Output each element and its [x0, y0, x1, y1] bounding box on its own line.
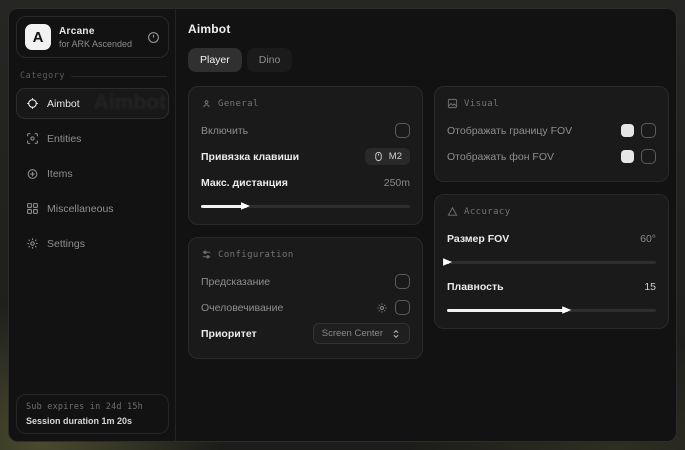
- image-icon: [447, 98, 458, 109]
- user-target-icon: [201, 98, 212, 109]
- card-title: Configuration: [218, 250, 294, 260]
- category-label: Category: [20, 71, 65, 81]
- sidebar-nav: Aimbot Aimbot Entities Items: [16, 88, 169, 259]
- priority-select[interactable]: Screen Center: [313, 323, 410, 344]
- fov-background-label: Отображать фон FOV: [447, 151, 554, 163]
- page-title: Aimbot: [188, 22, 669, 36]
- chevrons-updown-icon: [391, 329, 401, 339]
- enable-checkbox[interactable]: [395, 123, 410, 138]
- brand-logo: A: [25, 24, 51, 50]
- humanize-label: Очеловечивание: [201, 302, 283, 314]
- sidebar-item-items[interactable]: Items: [16, 158, 169, 189]
- humanize-checkbox[interactable]: [395, 300, 410, 315]
- slider-handle[interactable]: [241, 202, 250, 211]
- sidebar-item-label: Entities: [47, 133, 81, 145]
- sidebar-item-entities[interactable]: Entities: [16, 123, 169, 154]
- card-title: Accuracy: [464, 207, 511, 217]
- sidebar-item-miscellaneous[interactable]: Miscellaneous: [16, 193, 169, 224]
- sidebar-item-label: Items: [47, 168, 73, 180]
- sidebar-item-label: Settings: [47, 238, 85, 250]
- max-distance-label: Макс. дистанция: [201, 177, 288, 189]
- brand-card: A Arcane for ARK Ascended: [16, 16, 169, 58]
- brand-name: Arcane: [59, 26, 139, 37]
- triangle-icon: [447, 206, 458, 217]
- keybind-button[interactable]: M2: [365, 148, 410, 165]
- power-icon[interactable]: [147, 31, 160, 44]
- tab-bar: Player Dino: [188, 48, 669, 72]
- fov-background-checkbox[interactable]: [641, 149, 656, 164]
- fov-border-label: Отображать границу FOV: [447, 125, 572, 137]
- main-content: Aimbot Player Dino General: [176, 9, 677, 441]
- max-distance-value: 250m: [384, 177, 410, 189]
- bag-icon: [26, 167, 39, 180]
- fov-size-value: 60°: [640, 233, 656, 245]
- max-distance-slider[interactable]: [201, 201, 410, 211]
- category-divider: Category: [20, 71, 167, 81]
- scan-icon: [26, 132, 39, 145]
- smoothness-value: 15: [644, 281, 656, 293]
- slider-handle[interactable]: [562, 306, 571, 315]
- sidebar: A Arcane for ARK Ascended Category: [9, 9, 176, 441]
- aimbot-watermark: Aimbot: [94, 91, 166, 115]
- prediction-checkbox[interactable]: [395, 274, 410, 289]
- humanize-gear-icon[interactable]: [376, 302, 388, 314]
- card-configuration: Configuration Предсказание Очеловечивани…: [188, 237, 423, 359]
- fov-size-label: Размер FOV: [447, 233, 509, 245]
- gear-icon: [26, 237, 39, 250]
- fov-size-slider[interactable]: [447, 257, 656, 267]
- grid-icon: [26, 202, 39, 215]
- sidebar-item-settings[interactable]: Settings: [16, 228, 169, 259]
- tab-dino[interactable]: Dino: [247, 48, 293, 72]
- prediction-label: Предсказание: [201, 276, 270, 288]
- fov-background-color-swatch[interactable]: [621, 150, 634, 163]
- fov-border-checkbox[interactable]: [641, 123, 656, 138]
- sidebar-item-label: Miscellaneous: [47, 203, 114, 215]
- sliders-icon: [201, 249, 212, 260]
- priority-value: Screen Center: [322, 328, 383, 339]
- keybind-value: M2: [389, 151, 402, 162]
- enable-label: Включить: [201, 125, 248, 137]
- mouse-icon: [373, 151, 384, 162]
- fov-border-color-swatch[interactable]: [621, 124, 634, 137]
- card-title: General: [218, 99, 259, 109]
- app-window: A Arcane for ARK Ascended Category: [8, 8, 677, 442]
- card-visual: Visual Отображать границу FOV Отображать…: [434, 86, 669, 182]
- keybind-label: Привязка клавиши: [201, 151, 299, 163]
- tab-player[interactable]: Player: [188, 48, 242, 72]
- card-general: General Включить Привязка клавиши: [188, 86, 423, 225]
- crosshair-icon: [26, 97, 39, 110]
- session-duration-text: Session duration 1m 20s: [26, 416, 159, 426]
- card-accuracy: Accuracy Размер FOV 60° П: [434, 194, 669, 329]
- sidebar-item-label: Aimbot: [47, 98, 80, 110]
- brand-subtitle: for ARK Ascended: [59, 39, 139, 49]
- sub-expires-text: Sub expires in 24d 15h: [26, 402, 159, 412]
- smoothness-slider[interactable]: [447, 305, 656, 315]
- sidebar-item-aimbot[interactable]: Aimbot Aimbot: [16, 88, 169, 119]
- subscription-info: Sub expires in 24d 15h Session duration …: [16, 394, 169, 434]
- card-title: Visual: [464, 99, 499, 109]
- smoothness-label: Плавность: [447, 281, 504, 293]
- slider-handle[interactable]: [443, 258, 452, 267]
- priority-label: Приоритет: [201, 328, 257, 340]
